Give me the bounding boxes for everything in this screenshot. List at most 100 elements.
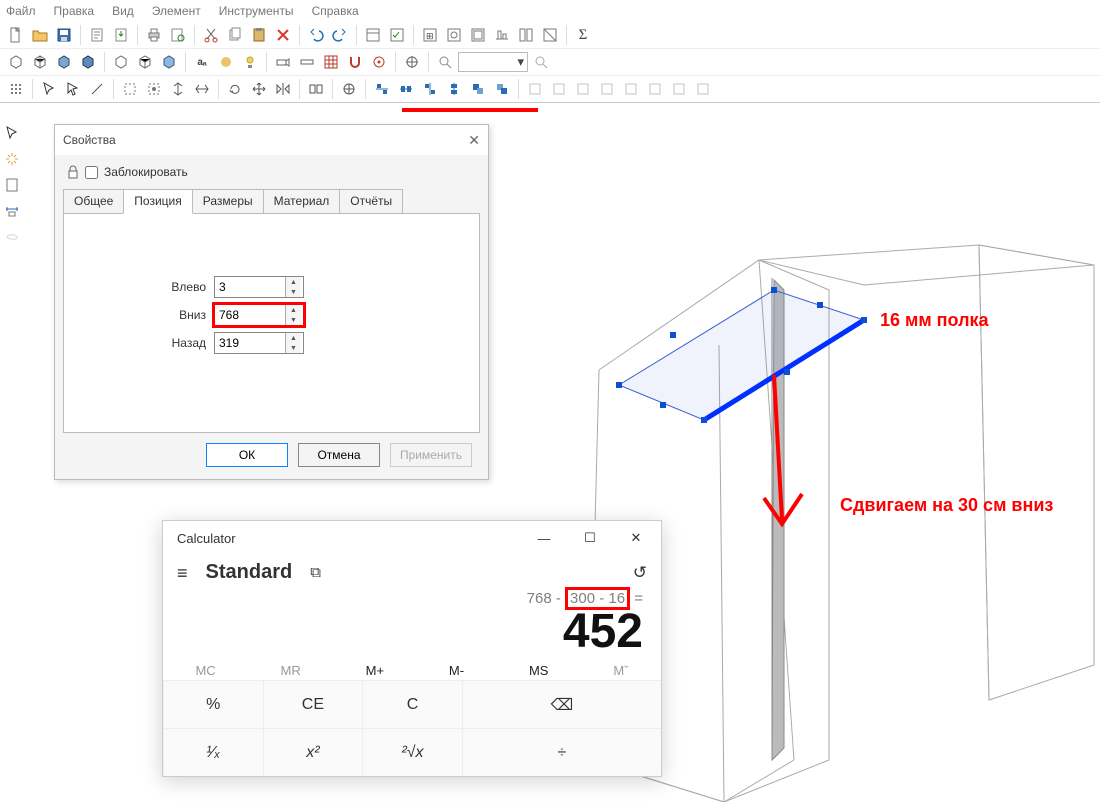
pointer-icon[interactable] bbox=[62, 78, 84, 100]
save-icon[interactable] bbox=[53, 24, 75, 46]
sel-a-icon[interactable] bbox=[119, 78, 141, 100]
tool-b-icon[interactable] bbox=[443, 24, 465, 46]
tab-material[interactable]: Материал bbox=[263, 189, 341, 214]
apply-button[interactable]: Применить bbox=[390, 443, 472, 467]
menu-help[interactable]: Справка bbox=[312, 4, 359, 18]
target-a-icon[interactable] bbox=[368, 51, 390, 73]
tab-general[interactable]: Общее bbox=[63, 189, 124, 214]
zoom-icon[interactable] bbox=[434, 51, 456, 73]
view-c-icon[interactable] bbox=[158, 51, 180, 73]
cursor-select-icon[interactable] bbox=[38, 78, 60, 100]
print-preview-icon[interactable] bbox=[167, 24, 189, 46]
new-file-icon[interactable] bbox=[5, 24, 27, 46]
sigma-icon[interactable]: Σ bbox=[572, 24, 594, 46]
input-left[interactable] bbox=[215, 277, 285, 297]
dis-a-icon[interactable] bbox=[524, 78, 546, 100]
lock-checkbox[interactable] bbox=[85, 166, 98, 179]
props-icon[interactable] bbox=[362, 24, 384, 46]
sel-b-icon[interactable] bbox=[143, 78, 165, 100]
tab-reports[interactable]: Отчёты bbox=[339, 189, 403, 214]
mirror-icon[interactable] bbox=[272, 78, 294, 100]
open-file-icon[interactable] bbox=[29, 24, 51, 46]
tab-dimensions[interactable]: Размеры bbox=[192, 189, 264, 214]
menu-edit[interactable]: Правка bbox=[54, 4, 95, 18]
light-icon[interactable] bbox=[239, 51, 261, 73]
key-square[interactable]: x² bbox=[263, 728, 363, 776]
dots-icon[interactable] bbox=[5, 78, 27, 100]
copy-icon[interactable] bbox=[224, 24, 246, 46]
align-h-b-icon[interactable] bbox=[395, 78, 417, 100]
sel-c-icon[interactable] bbox=[167, 78, 189, 100]
mem-ms[interactable]: MS bbox=[529, 663, 549, 678]
center-icon[interactable] bbox=[338, 78, 360, 100]
ok-button[interactable]: ОК bbox=[206, 443, 288, 467]
spin-up-icon[interactable]: ▲ bbox=[286, 333, 301, 343]
spin-down-icon[interactable]: ▼ bbox=[286, 343, 301, 353]
redo-icon[interactable] bbox=[329, 24, 351, 46]
key-reciprocal[interactable]: ¹⁄ₓ bbox=[163, 728, 263, 776]
sel-d-icon[interactable] bbox=[191, 78, 213, 100]
cube-a-icon[interactable] bbox=[5, 51, 27, 73]
tab-position[interactable]: Позиция bbox=[123, 189, 192, 214]
dis-f-icon[interactable] bbox=[644, 78, 666, 100]
view-b-icon[interactable] bbox=[134, 51, 156, 73]
cube-b-icon[interactable] bbox=[29, 51, 51, 73]
dis-b-icon[interactable] bbox=[548, 78, 570, 100]
color-icon[interactable] bbox=[215, 51, 237, 73]
vt-page-icon[interactable] bbox=[1, 174, 23, 196]
text-icon[interactable]: aₐ bbox=[191, 51, 213, 73]
mem-mlist[interactable]: Mˇ bbox=[613, 663, 628, 678]
tool-a-icon[interactable]: ⊞ bbox=[419, 24, 441, 46]
align-v-a-icon[interactable] bbox=[419, 78, 441, 100]
close-icon[interactable]: ✕ bbox=[613, 522, 659, 554]
maximize-icon[interactable]: ☐ bbox=[567, 522, 613, 554]
vt-misc-icon[interactable] bbox=[1, 226, 23, 248]
key-c[interactable]: C bbox=[362, 680, 462, 728]
menu-element[interactable]: Элемент bbox=[152, 4, 201, 18]
cube-c-icon[interactable] bbox=[53, 51, 75, 73]
menu-file[interactable]: Файл bbox=[6, 4, 36, 18]
close-icon[interactable]: ✕ bbox=[468, 132, 480, 149]
key-percent[interactable]: % bbox=[163, 680, 263, 728]
input-back[interactable] bbox=[215, 333, 285, 353]
align-stack-a-icon[interactable] bbox=[467, 78, 489, 100]
checklist-icon[interactable] bbox=[386, 24, 408, 46]
keep-on-top-icon[interactable]: ⧉ bbox=[310, 564, 321, 581]
dis-c-icon[interactable] bbox=[572, 78, 594, 100]
key-ce[interactable]: CE bbox=[263, 680, 363, 728]
page-icon[interactable] bbox=[86, 24, 108, 46]
mem-mr[interactable]: MR bbox=[281, 663, 301, 678]
group-a-icon[interactable] bbox=[305, 78, 327, 100]
tool-d-icon[interactable] bbox=[491, 24, 513, 46]
align-h-a-icon[interactable] bbox=[371, 78, 393, 100]
input-down[interactable] bbox=[215, 305, 285, 325]
cut-icon[interactable] bbox=[200, 24, 222, 46]
export-icon[interactable] bbox=[110, 24, 132, 46]
key-sqrt[interactable]: ²√x bbox=[362, 728, 462, 776]
cam-a-icon[interactable] bbox=[272, 51, 294, 73]
zoom-out-icon[interactable] bbox=[530, 51, 552, 73]
view-a-icon[interactable] bbox=[110, 51, 132, 73]
mem-mc[interactable]: MC bbox=[195, 663, 215, 678]
dis-d-icon[interactable] bbox=[596, 78, 618, 100]
hamburger-icon[interactable]: ≡ bbox=[177, 564, 188, 582]
cube-d-icon[interactable] bbox=[77, 51, 99, 73]
tool-f-icon[interactable] bbox=[539, 24, 561, 46]
align-stack-b-icon[interactable] bbox=[491, 78, 513, 100]
grid-icon[interactable] bbox=[320, 51, 342, 73]
cancel-button[interactable]: Отмена bbox=[298, 443, 380, 467]
line-icon[interactable] bbox=[86, 78, 108, 100]
zoom-dropdown[interactable]: ▾ bbox=[458, 52, 528, 72]
paste-icon[interactable] bbox=[248, 24, 270, 46]
dis-e-icon[interactable] bbox=[620, 78, 642, 100]
tool-c-icon[interactable] bbox=[467, 24, 489, 46]
menu-view[interactable]: Вид bbox=[112, 4, 134, 18]
delete-icon[interactable] bbox=[272, 24, 294, 46]
tool-e-icon[interactable] bbox=[515, 24, 537, 46]
vt-light-icon[interactable] bbox=[1, 148, 23, 170]
spin-down-icon[interactable]: ▼ bbox=[286, 315, 301, 325]
key-backspace[interactable]: ⌫ bbox=[462, 680, 661, 728]
align-v-b-icon[interactable] bbox=[443, 78, 465, 100]
cam-b-icon[interactable] bbox=[296, 51, 318, 73]
spin-up-icon[interactable]: ▲ bbox=[286, 277, 301, 287]
